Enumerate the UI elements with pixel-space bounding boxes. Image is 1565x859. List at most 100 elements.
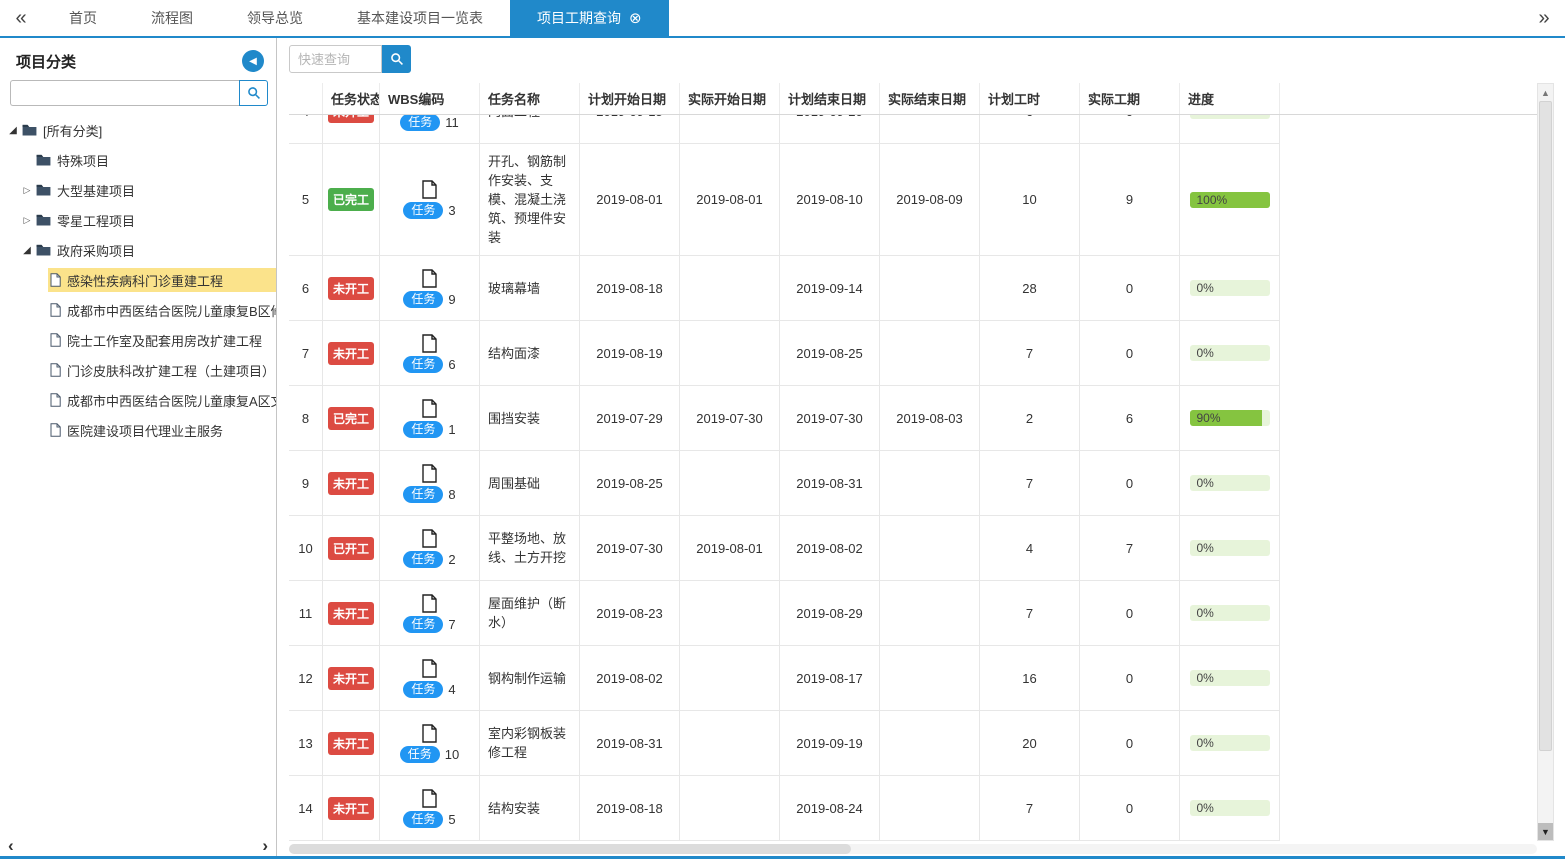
table-row[interactable]: 6未开工任务9玻璃幕墙2019-08-182019-09-142800%: [289, 256, 1537, 321]
tree-item-content[interactable]: 成都市中西医结合医院儿童康复B区修缮: [48, 298, 276, 322]
tab-item[interactable]: 基本建设项目一览表: [330, 0, 510, 36]
progress-bar: 0%: [1190, 735, 1270, 751]
table-row[interactable]: 5已完工任务3开孔、钢筋制作安装、支模、混凝土浇筑、预埋件安装2019-08-0…: [289, 144, 1537, 256]
row-filler: [1280, 776, 1537, 841]
column-header[interactable]: 计划工时: [980, 83, 1080, 114]
actual-start-date-cell: 2019-08-01: [680, 144, 780, 256]
tree-item-content[interactable]: 零星工程项目: [34, 208, 276, 232]
tree-item-project[interactable]: 医院建设项目代理业主服务: [0, 415, 276, 445]
tab-item[interactable]: 领导总览: [220, 0, 330, 36]
status-badge: 未开工: [328, 277, 374, 300]
plan-hours-cell: 28: [980, 256, 1080, 321]
column-header[interactable]: 实际结束日期: [880, 83, 980, 114]
actual-end-date-cell: [880, 646, 980, 711]
actual-start-date-cell: [680, 256, 780, 321]
tree-item-content[interactable]: 成都市中西医结合医院儿童康复A区文化: [48, 388, 276, 412]
progress-bar: 90%: [1190, 410, 1270, 426]
tree-item-category[interactable]: ▷大型基建项目: [0, 175, 276, 205]
horizontal-scrollbar[interactable]: [289, 844, 1537, 854]
progress-cell: 0%: [1180, 516, 1280, 581]
plan-end-date-cell: 2019-09-19: [780, 711, 880, 776]
tree-item-project[interactable]: 成都市中西医结合医院儿童康复A区文化: [0, 385, 276, 415]
sidebar-scroll-left-icon[interactable]: ‹: [8, 837, 14, 854]
table-row[interactable]: 12未开工任务4钢构制作运输2019-08-022019-08-171600%: [289, 646, 1537, 711]
column-header[interactable]: 任务状态: [323, 83, 380, 114]
tree-item-content[interactable]: 特殊项目: [34, 148, 276, 172]
document-icon: [422, 594, 437, 613]
scroll-down-icon[interactable]: ▼: [1538, 823, 1553, 840]
vertical-scrollbar[interactable]: ▲ ▼: [1537, 83, 1554, 841]
wbs-number: 1: [448, 422, 455, 437]
tree-item-category[interactable]: ◢[所有分类]: [0, 115, 276, 145]
vertical-scrollbar-thumb[interactable]: [1539, 101, 1552, 751]
tree-item-content[interactable]: 政府采购项目: [34, 238, 276, 262]
wbs-code: 任务11: [400, 115, 459, 131]
tab-item[interactable]: 首页: [42, 0, 124, 36]
table-row[interactable]: 13未开工任务10室内彩钢板装修工程2019-08-312019-09-1920…: [289, 711, 1537, 776]
table-row[interactable]: 9未开工任务8周围基础2019-08-252019-08-31700%: [289, 451, 1537, 516]
tab-close-icon[interactable]: ⊗: [629, 11, 642, 26]
column-header[interactable]: 计划结束日期: [780, 83, 880, 114]
column-header[interactable]: 进度: [1180, 83, 1280, 114]
sidebar-scroll-right-icon[interactable]: ›: [262, 837, 268, 854]
tree-collapse-toggle-icon[interactable]: ◢: [6, 125, 20, 136]
category-search-button[interactable]: [239, 80, 268, 106]
task-name-cell: 门面工程: [480, 115, 580, 144]
tree-item-label: 政府采购项目: [57, 241, 135, 260]
column-header[interactable]: 实际开始日期: [680, 83, 780, 114]
row-number-header[interactable]: [289, 83, 323, 114]
tree-item-project[interactable]: 门诊皮肤科改扩建工程（土建项目）: [0, 355, 276, 385]
tree-item-content[interactable]: 医院建设项目代理业主服务: [48, 418, 276, 442]
tree-item-project[interactable]: 成都市中西医结合医院儿童康复B区修缮: [0, 295, 276, 325]
wbs-cell: 任务9: [380, 256, 480, 321]
tree-item-project[interactable]: 院士工作室及配套用房改扩建工程: [0, 325, 276, 355]
scroll-up-icon[interactable]: ▲: [1538, 84, 1553, 101]
tabs-scroll-right-icon[interactable]: »: [1523, 0, 1565, 36]
progress-label: 100%: [1197, 192, 1228, 208]
progress-label: 0%: [1197, 475, 1214, 491]
tree-item-category[interactable]: ◢ 政府采购项目: [0, 235, 276, 265]
quick-search-button[interactable]: [382, 45, 411, 73]
table-row[interactable]: 8已完工任务1围挡安装2019-07-292019-07-302019-07-3…: [289, 386, 1537, 451]
status-cell: 已完工: [323, 386, 380, 451]
tab-label: 项目工期查询: [537, 8, 621, 28]
task-table: 4未开工任务11门面工程2019-09-152019-09-20600%5已完工…: [289, 115, 1537, 841]
table-row[interactable]: 10已开工任务2平整场地、放线、土方开挖2019-07-302019-08-01…: [289, 516, 1537, 581]
tree-expand-toggle-icon[interactable]: ▷: [20, 185, 34, 196]
column-header[interactable]: 任务名称: [480, 83, 580, 114]
tree-item-content[interactable]: [所有分类]: [20, 118, 276, 142]
tree-item-category[interactable]: ▷零星工程项目: [0, 205, 276, 235]
sidebar-collapse-button[interactable]: ◀: [242, 50, 264, 72]
table-row[interactable]: 4未开工任务11门面工程2019-09-152019-09-20600%: [289, 115, 1537, 144]
tree-item-project[interactable]: 感染性疾病科门诊重建工程: [0, 265, 276, 295]
table-row[interactable]: 7未开工任务6结构面漆2019-08-192019-08-25700%: [289, 321, 1537, 386]
tree-item-content[interactable]: 大型基建项目: [34, 178, 276, 202]
actual-end-date-cell: 2019-08-09: [880, 144, 980, 256]
progress-cell: 0%: [1180, 115, 1280, 144]
tree-item-content[interactable]: 院士工作室及配套用房改扩建工程: [48, 328, 276, 352]
category-search-input[interactable]: [10, 80, 239, 106]
tree-collapse-toggle-icon[interactable]: ◢: [20, 245, 34, 256]
tabs-scroll-left-icon[interactable]: «: [0, 0, 42, 36]
wbs-code: 任务8: [403, 486, 455, 503]
column-header[interactable]: WBS编码: [380, 83, 480, 114]
tab-item[interactable]: 项目工期查询 ⊗: [510, 0, 669, 36]
column-header[interactable]: 计划开始日期: [580, 83, 680, 114]
actual-duration-cell: 0: [1080, 451, 1180, 516]
actual-start-date-cell: [680, 115, 780, 144]
table-row[interactable]: 14未开工任务5结构安装2019-08-182019-08-24700%: [289, 776, 1537, 841]
column-header[interactable]: 实际工期: [1080, 83, 1180, 114]
actual-end-date-cell: [880, 711, 980, 776]
plan-hours-cell: 4: [980, 516, 1080, 581]
plan-end-date-cell: 2019-08-24: [780, 776, 880, 841]
quick-search-input[interactable]: [289, 45, 382, 73]
horizontal-scrollbar-thumb[interactable]: [289, 844, 851, 854]
tree-item-content[interactable]: 感染性疾病科门诊重建工程: [48, 268, 276, 292]
tab-item[interactable]: 流程图: [124, 0, 220, 36]
plan-start-date-cell: 2019-08-23: [580, 581, 680, 646]
tree-item-category[interactable]: 特殊项目: [0, 145, 276, 175]
tree-expand-toggle-icon[interactable]: ▷: [20, 215, 34, 226]
table-row[interactable]: 11未开工任务7屋面维护（断水）2019-08-232019-08-29700%: [289, 581, 1537, 646]
tree-item-content[interactable]: 门诊皮肤科改扩建工程（土建项目）: [48, 358, 276, 382]
actual-start-date-cell: [680, 646, 780, 711]
